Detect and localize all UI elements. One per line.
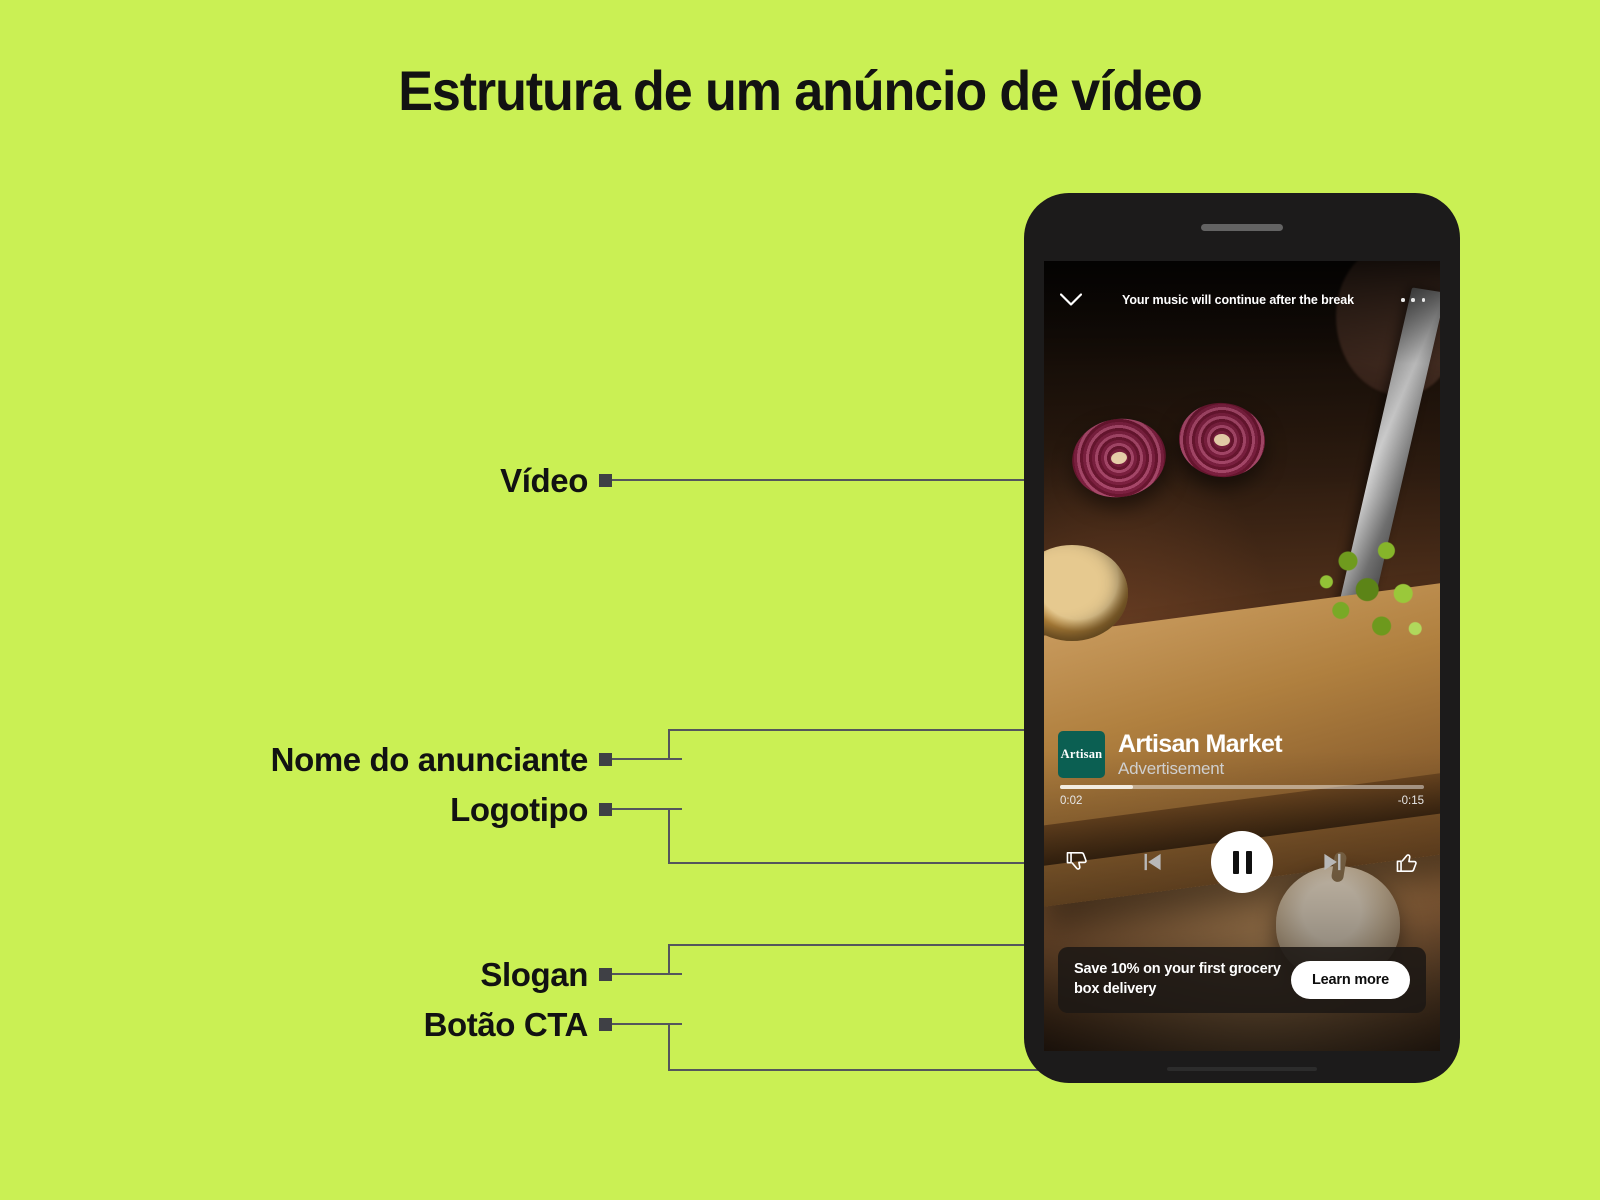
callout-label-cta: Botão CTA <box>423 1006 589 1043</box>
advertiser-meta: Artisan Artisan Market Advertisement <box>1058 729 1426 779</box>
skip-previous-icon[interactable] <box>1136 845 1170 879</box>
advertisement-label: Advertisement <box>1118 758 1225 778</box>
leader-line-video <box>612 479 1044 481</box>
pause-bar-left <box>1232 850 1239 874</box>
callout-label-slogan: Slogan <box>480 956 588 993</box>
phone-speaker-grille <box>1201 224 1283 231</box>
skip-next-icon[interactable] <box>1315 845 1349 879</box>
leader-line-advertiser-seg1 <box>612 758 682 760</box>
artwork-vignette <box>1044 261 1440 1051</box>
callout-marker-slogan <box>599 968 612 981</box>
callout-label-advertiser: Nome do anunciante <box>270 741 589 778</box>
leader-line-logo-seg1 <box>612 808 682 810</box>
callout-marker-logo <box>599 803 612 816</box>
elapsed-time: 0:02 <box>1060 795 1083 807</box>
cta-slogan: Save 10% on your first grocery box deliv… <box>1074 961 1281 997</box>
player-top-bar: Your music will continue after the break <box>1044 283 1440 317</box>
leader-line-advertiser-seg2 <box>668 729 670 760</box>
remaining-time: -0:15 <box>1397 795 1424 807</box>
leader-line-logo-seg2 <box>668 808 670 864</box>
advertiser-name: Artisan Market <box>1118 729 1283 758</box>
phone-mockup: Your music will continue after the break… <box>1025 194 1459 1082</box>
video-ad-artwork <box>1044 261 1440 1051</box>
callout-marker-cta <box>599 1018 612 1031</box>
more-options-icon[interactable] <box>1400 287 1426 313</box>
progress-section: 0:02 -0:15 <box>1060 785 1424 807</box>
phone-screen: Your music will continue after the break… <box>1044 261 1440 1051</box>
thumbs-up-icon[interactable] <box>1390 845 1424 879</box>
learn-more-button[interactable]: Learn more <box>1291 961 1410 999</box>
progress-times: 0:02 -0:15 <box>1060 795 1424 807</box>
progress-bar[interactable] <box>1060 785 1424 789</box>
leader-line-slogan-seg1 <box>612 973 682 975</box>
leader-line-cta-seg2 <box>668 1023 670 1071</box>
pause-bar-right <box>1245 850 1252 874</box>
advertiser-logo-text: Artisan <box>1060 747 1103 762</box>
leader-line-cta-seg1 <box>612 1023 682 1025</box>
page-title: Estrutura de um anúncio de vídeo <box>398 59 1203 122</box>
leader-line-slogan-seg2 <box>668 944 670 975</box>
callout-marker-advertiser <box>599 753 612 766</box>
cta-card: Save 10% on your first grocery box deliv… <box>1058 947 1426 1013</box>
advertiser-logo[interactable]: Artisan <box>1058 731 1105 779</box>
thumbs-down-icon[interactable] <box>1060 845 1094 879</box>
player-break-message: Your music will continue after the break <box>1122 293 1354 307</box>
player-controls <box>1060 831 1424 893</box>
phone-home-indicator <box>1167 1067 1317 1071</box>
progress-fill <box>1060 785 1133 789</box>
callout-label-logo: Logotipo <box>450 791 588 828</box>
pause-button[interactable] <box>1211 831 1273 893</box>
callout-label-video: Vídeo <box>500 462 588 499</box>
callout-marker-video <box>599 474 612 487</box>
